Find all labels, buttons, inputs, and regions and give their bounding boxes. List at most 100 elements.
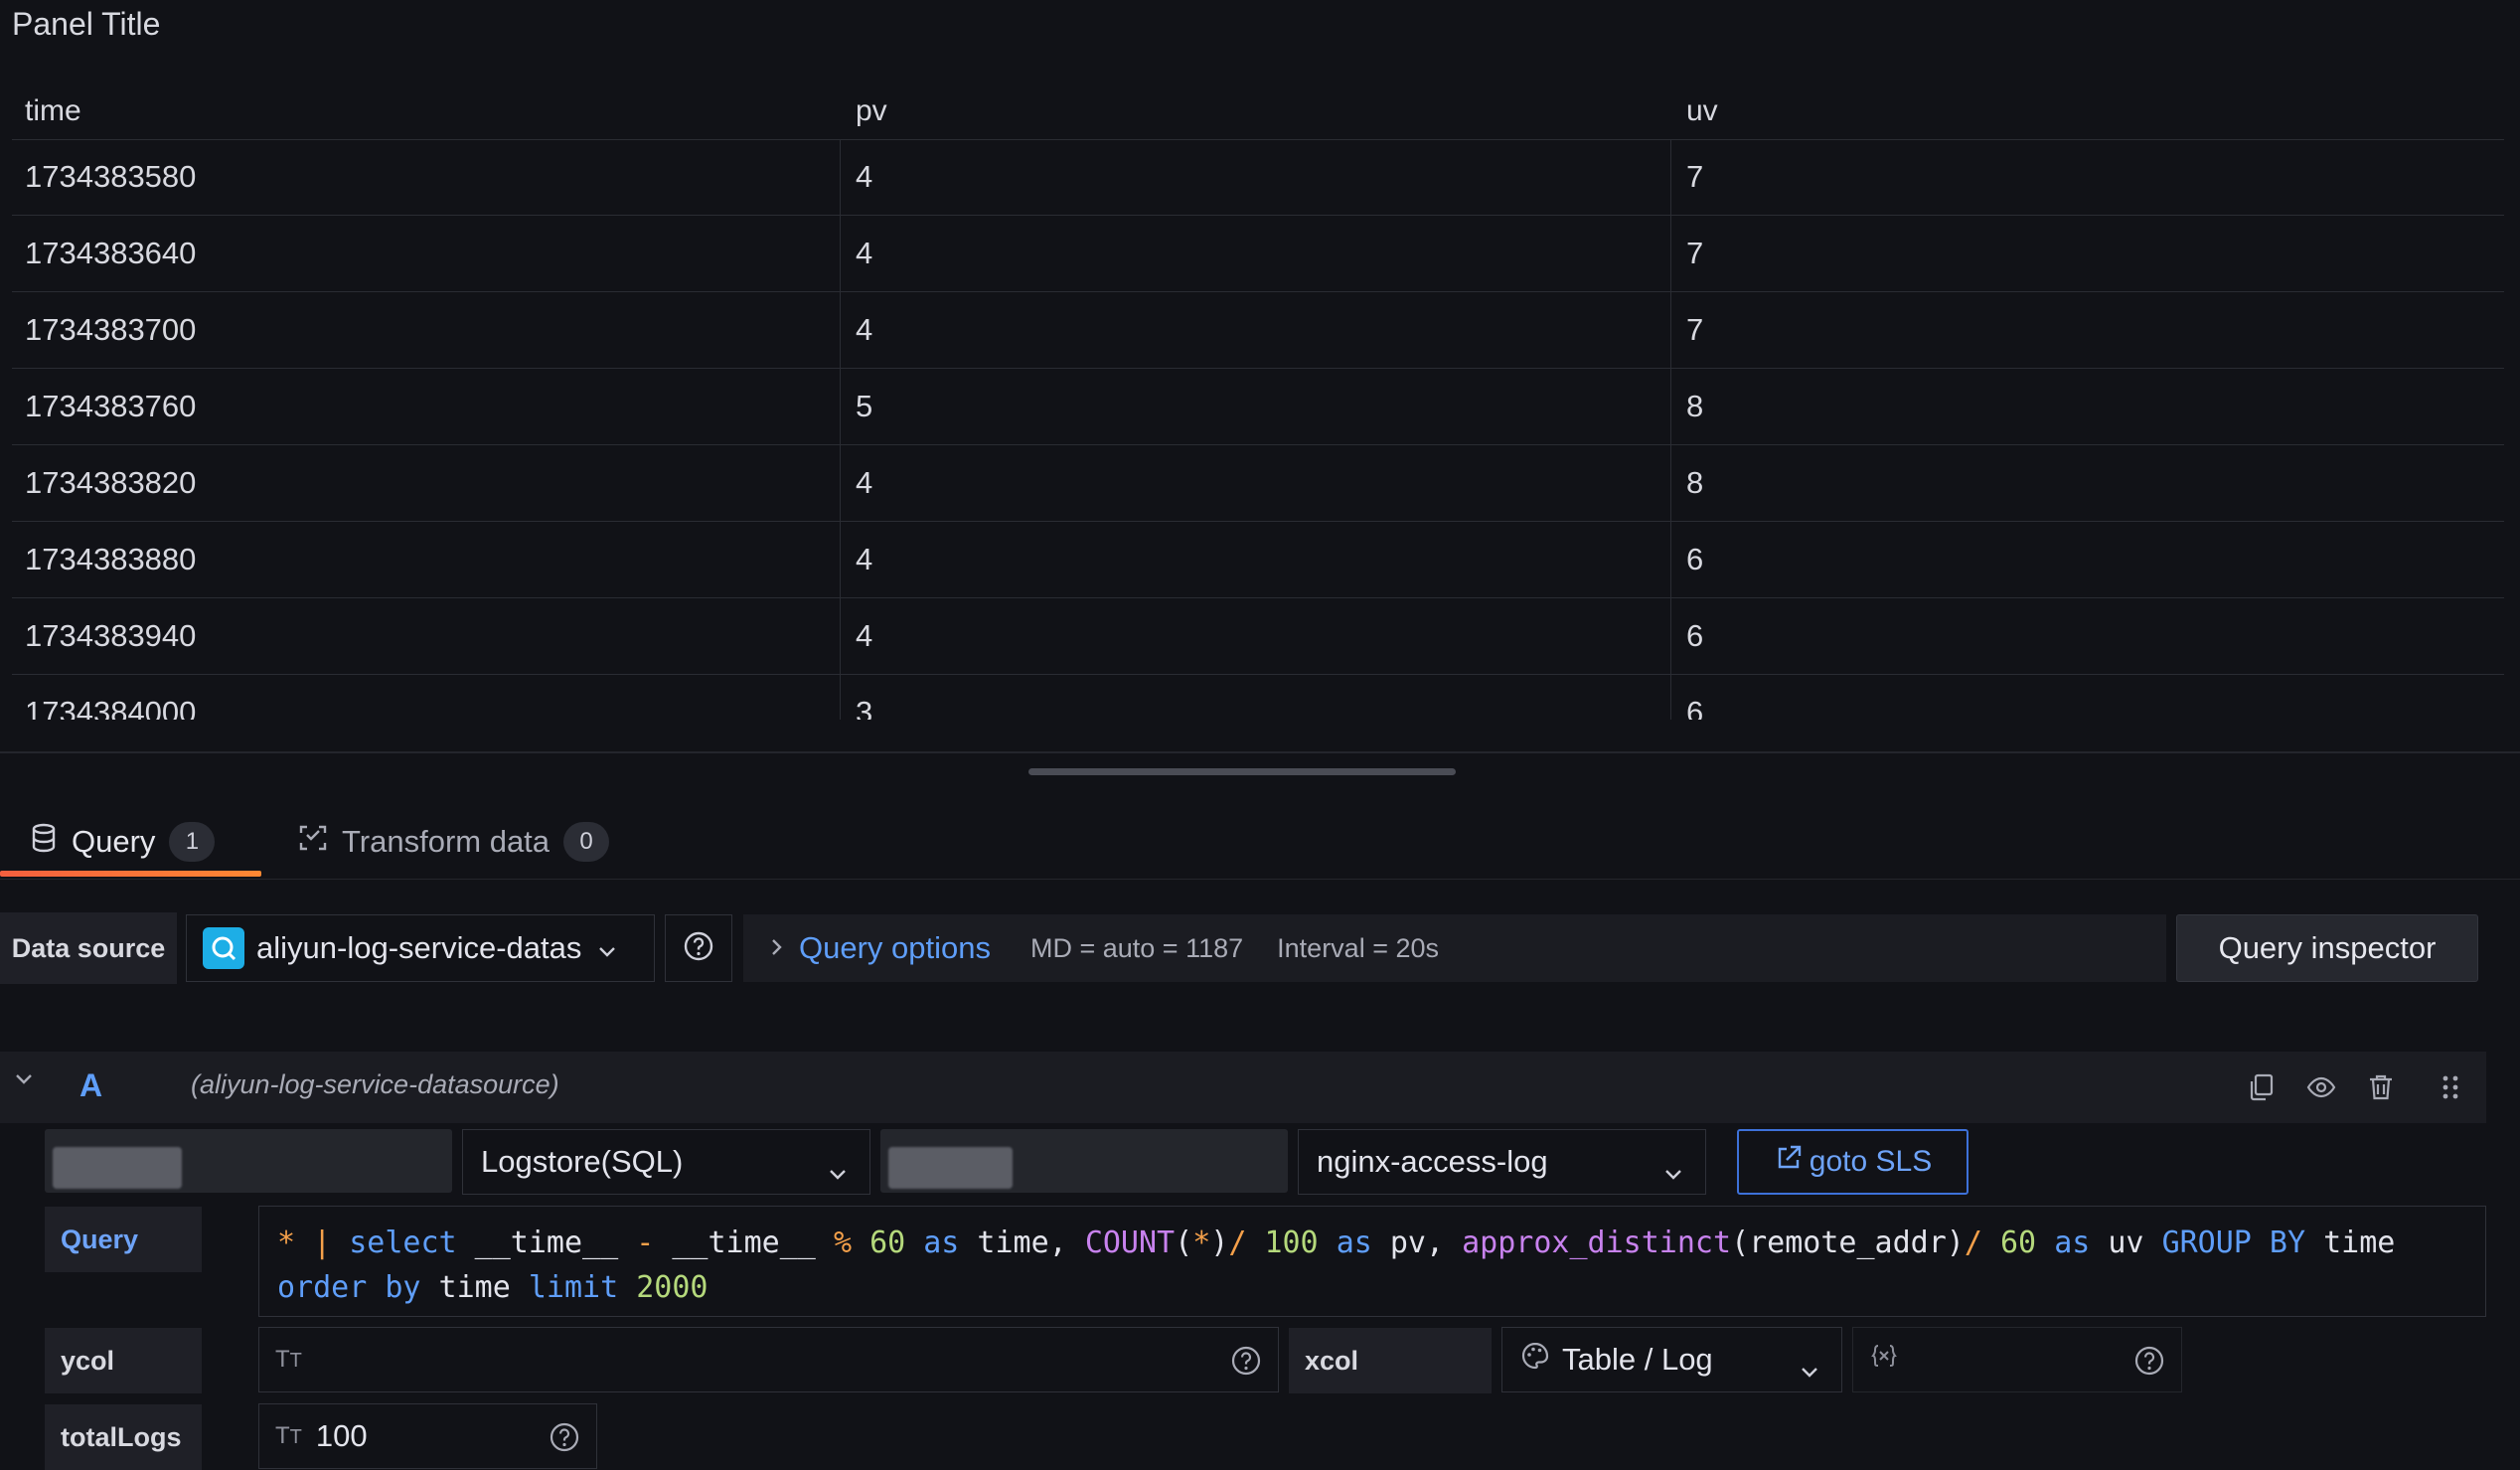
query-token [331,1225,349,1260]
query-inspector-button[interactable]: Query inspector [2176,914,2478,982]
chevron-down-icon [1663,1153,1683,1189]
query-token: limit [528,1270,619,1305]
region-field[interactable] [880,1129,1288,1193]
table-cell-time: 1734383760 [25,389,197,423]
query-label: Query [45,1207,202,1272]
query-token [852,1225,869,1260]
totallogs-label: totalLogs [45,1404,202,1470]
aliyun-logo-icon [203,927,244,969]
external-link-icon [1774,1143,1804,1181]
help-circle-icon [683,930,714,967]
query-token: as [923,1225,960,1260]
chevron-down-icon [828,1153,848,1189]
xcol-select[interactable]: Table / Log [1501,1327,1842,1392]
datasource-label: Data source [0,912,177,984]
editor-tabs: Query 1 Transform data 0 [0,805,2520,880]
goto-sls-button[interactable]: goto SLS [1737,1129,1969,1195]
text-type-icon: TT [275,1346,302,1373]
query-token: time [2305,1225,2396,1260]
query-token [1319,1225,1337,1260]
transform-icon [298,823,328,861]
table-cell-time: 1734384000 [25,695,197,720]
table-cell-pv: 5 [856,389,873,423]
table-cell-pv: 4 [856,542,873,576]
eye-icon[interactable] [2305,1071,2337,1103]
table-cell-uv: 7 [1686,236,1704,270]
query-token: time [420,1270,529,1305]
resize-handle[interactable] [1028,768,1456,775]
help-circle-icon[interactable] [1230,1345,1262,1385]
query-token: GROUP BY [2161,1225,2306,1260]
query-token [1982,1225,2000,1260]
result-table: time pv uv 1734383580 4 7 1734383640 4 7 17343… [12,83,2504,720]
goto-sls-label: goto SLS [1809,1145,1933,1178]
table-cell-uv: 6 [1686,695,1704,720]
column-divider[interactable] [1670,139,1671,720]
query-line-2: order by time limit 2000 [277,1265,2467,1310]
variable-input[interactable] [1852,1327,2182,1392]
query-token: ) [1210,1225,1229,1260]
totallogs-value: 100 [315,1418,368,1453]
table-row: 1734383640 4 7 [12,216,2504,292]
interval-value: Interval = 20s [1277,932,1439,963]
help-circle-icon[interactable] [2133,1345,2165,1385]
redacted-value [53,1147,182,1189]
column-header-time[interactable]: time [25,83,81,139]
query-token: * [1192,1225,1211,1260]
max-data-points: MD = auto = 1187 [1030,932,1244,963]
help-circle-icon[interactable] [549,1421,580,1461]
table-cell-uv: 7 [1686,312,1704,347]
tab-transform-data[interactable]: Transform data 0 [298,805,610,879]
duplicate-query-icon[interactable] [2246,1071,2278,1103]
palette-icon [1520,1341,1550,1379]
query-token: | [313,1225,332,1260]
trash-icon[interactable] [2365,1071,2397,1103]
query-token: - [636,1225,655,1260]
logstore-type-select[interactable]: Logstore(SQL) [462,1129,870,1195]
query-token: / [1228,1225,1247,1260]
database-icon [30,822,58,862]
column-header-uv[interactable]: uv [1686,83,1718,139]
project-field[interactable] [45,1129,452,1193]
datasource-help-button[interactable] [665,914,732,982]
query-token: as [1336,1225,1372,1260]
xcol-value: Table / Log [1562,1342,1713,1377]
query-token: COUNT [1084,1225,1176,1260]
table-cell-uv: 8 [1686,465,1704,500]
tab-query[interactable]: Query 1 [30,805,216,879]
column-divider[interactable] [840,139,841,720]
panel-title: Panel Title [12,6,161,42]
table-cell-time: 1734383820 [25,465,197,500]
drag-handle-icon[interactable] [2435,1071,2466,1103]
table-row: 1734383820 4 8 [12,445,2504,522]
table-row: 1734383880 4 6 [12,522,2504,598]
table-row: 1734383760 5 8 [12,369,2504,445]
chevron-down-icon [1800,1351,1819,1387]
table-cell-pv: 4 [856,159,873,194]
table-row: 1734383580 4 7 [12,139,2504,216]
query-token: 60 [2000,1225,2037,1260]
totallogs-input[interactable]: TT 100 [258,1403,597,1469]
table-cell-pv: 3 [856,695,873,720]
chevron-down-icon [597,930,617,966]
ycol-input[interactable]: TT [258,1327,1279,1392]
xcol-label: xcol [1289,1328,1492,1393]
logstore-type-value: Logstore(SQL) [481,1144,684,1179]
query-token: uv [2090,1225,2162,1260]
logstore-select[interactable]: nginx-access-log [1298,1129,1706,1195]
query-token: pv, [1371,1225,1463,1260]
query-token: % [833,1225,852,1260]
query-token: approx_distinct [1462,1225,1732,1260]
table-cell-time: 1734383940 [25,618,197,653]
query-ref-id[interactable]: A [79,1067,102,1104]
collapse-chevron-icon[interactable] [14,1071,34,1090]
column-header-pv[interactable]: pv [856,83,887,139]
query-options-bar[interactable]: Query options MD = auto = 1187 Interval … [743,914,2166,982]
table-cell-time: 1734383700 [25,312,197,347]
query-token: 100 [1264,1225,1319,1260]
query-editor[interactable]: * | select __time__ - __time__ % 60 as t… [258,1206,2486,1317]
datasource-picker[interactable]: aliyun-log-service-datas [186,914,655,982]
table-cell-pv: 4 [856,312,873,347]
query-token: 60 [869,1225,906,1260]
query-token [618,1270,636,1305]
